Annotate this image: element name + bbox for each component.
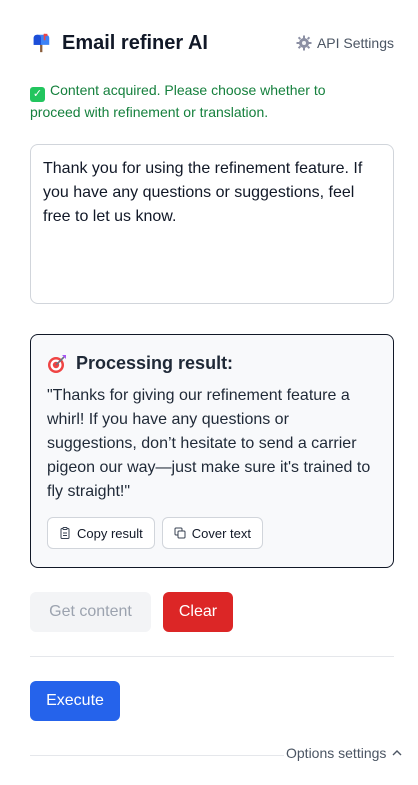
target-icon xyxy=(48,354,66,373)
options-divider xyxy=(30,755,284,756)
mailbox-icon xyxy=(33,33,50,53)
status-text: Content acquired. Please choose whether … xyxy=(30,82,326,120)
copy-icon xyxy=(174,527,186,539)
result-header: Processing result: xyxy=(47,353,377,374)
content-input[interactable]: Thank you for using the refinement featu… xyxy=(30,144,394,304)
api-settings-button[interactable]: API Settings xyxy=(296,35,394,51)
cover-text-label: Cover text xyxy=(191,525,251,541)
clipboard-icon xyxy=(60,527,70,539)
app-title: Email refiner AI xyxy=(62,31,208,54)
options-settings-label: Options settings xyxy=(286,745,387,761)
chevron-up-icon xyxy=(392,750,402,756)
copy-result-label: Copy result xyxy=(77,525,143,541)
result-card: Processing result: "Thanks for giving ou… xyxy=(30,334,394,568)
cover-text-button[interactable]: Cover text xyxy=(161,517,263,549)
divider xyxy=(30,656,394,657)
status-message: ✓ Content acquired. Please choose whether… xyxy=(30,80,360,122)
options-settings-toggle[interactable]: Options settings xyxy=(286,745,403,761)
clear-button[interactable]: Clear xyxy=(163,592,233,632)
gear-icon xyxy=(296,35,312,51)
check-icon: ✓ xyxy=(30,87,45,102)
result-text: "Thanks for giving our refinement featur… xyxy=(47,387,371,500)
app-header: Email refiner AI API Settings xyxy=(30,28,394,58)
result-actions: Copy result Cover text xyxy=(47,517,263,549)
brand: Email refiner AI xyxy=(30,32,208,55)
get-content-button[interactable]: Get content xyxy=(30,592,151,632)
execute-button[interactable]: Execute xyxy=(30,681,120,721)
result-title: Processing result: xyxy=(76,353,234,373)
copy-result-button[interactable]: Copy result xyxy=(47,517,155,549)
api-settings-label: API Settings xyxy=(316,35,394,51)
